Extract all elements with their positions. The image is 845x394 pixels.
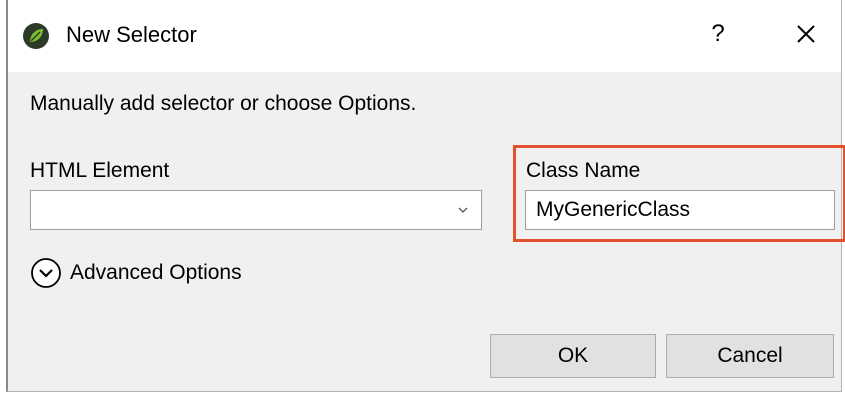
html-element-dropdown[interactable] [30,190,482,230]
class-name-input[interactable] [525,190,835,230]
advanced-options-toggle[interactable]: Advanced Options [30,256,242,290]
html-element-label: HTML Element [30,159,170,182]
ok-button[interactable]: OK [490,334,656,378]
class-name-label: Class Name [526,159,641,182]
close-icon [797,25,815,43]
close-button[interactable] [784,16,828,54]
circle-chevron-down-icon [31,258,61,288]
instruction-text: Manually add selector or choose Options. [30,92,417,115]
window-title: New Selector [66,22,197,47]
advanced-options-label: Advanced Options [70,261,242,284]
help-button[interactable]: ? [698,16,738,52]
new-selector-dialog: New Selector ? Manually add selector or … [6,0,845,392]
chevron-down-icon [458,207,468,213]
cancel-button[interactable]: Cancel [666,334,834,378]
leaf-icon [23,23,49,49]
title-bar[interactable]: New Selector ? [8,0,841,72]
